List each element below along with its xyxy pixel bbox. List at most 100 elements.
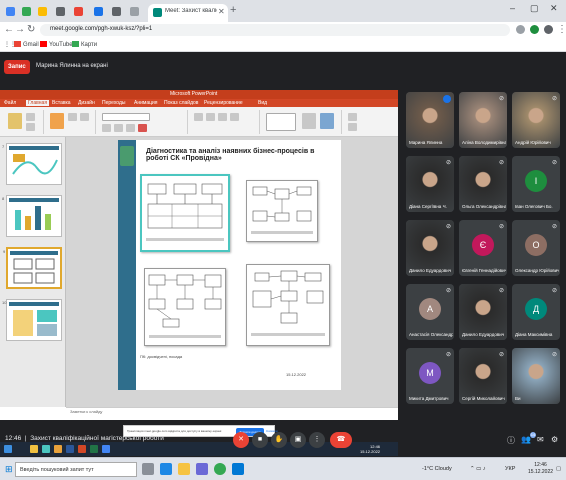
close-icon[interactable]: ✕	[218, 7, 225, 16]
ribbon-tab[interactable]: Переходы	[102, 100, 125, 106]
weather-widget[interactable]: -1°C Cloudy	[422, 466, 452, 472]
quick-styles-icon[interactable]	[320, 113, 334, 129]
participant-tile[interactable]: ⊘ Діана Сергіївна Ч.	[406, 156, 454, 212]
taskbar-search-input[interactable]: Введіть пошуковий запит тут	[15, 462, 137, 477]
more-icon[interactable]: ⋮	[309, 432, 325, 448]
profile-avatar[interactable]	[544, 25, 553, 34]
numbering-icon[interactable]	[230, 113, 239, 121]
chrome-icon[interactable]	[214, 463, 226, 475]
participant-tile[interactable]: Є ⊘ Євгеній Геннадійович	[459, 220, 507, 276]
reload-icon[interactable]: ↻	[27, 24, 35, 35]
underline-icon[interactable]	[126, 124, 135, 132]
align-center-icon[interactable]	[206, 113, 215, 121]
ribbon-tab[interactable]: Дизайн	[78, 100, 95, 106]
ribbon-tab[interactable]: Файл	[4, 100, 16, 106]
bookmark-youtube[interactable]: YouTube	[40, 41, 73, 48]
italic-icon[interactable]	[114, 124, 123, 132]
language-indicator[interactable]: УКР	[505, 466, 515, 472]
menu-icon[interactable]: ⋮	[557, 24, 566, 35]
forward-icon[interactable]: →	[15, 24, 25, 35]
current-slide[interactable]: Діагностика та аналіз наявних бізнес-про…	[118, 140, 341, 390]
bookmark-gmail[interactable]: Gmail	[14, 41, 39, 48]
mic-off-icon[interactable]: ✕	[233, 432, 249, 448]
layout-icon[interactable]	[68, 113, 77, 121]
tab-favicon[interactable]	[6, 7, 15, 16]
align-left-icon[interactable]	[194, 113, 203, 121]
camera-icon[interactable]: ■	[252, 432, 268, 448]
ribbon-tab[interactable]: Рецензирование	[204, 100, 243, 106]
participant-tile[interactable]: М ⊘ Микита Дмитрович	[406, 348, 454, 404]
replace-icon[interactable]	[348, 123, 357, 131]
bold-icon[interactable]	[102, 124, 111, 132]
tab-favicon[interactable]	[112, 7, 121, 16]
bookmark-maps[interactable]: Карти	[72, 41, 97, 48]
participant-tile[interactable]: Д ⊘ Діана Максимівна	[512, 284, 560, 340]
maximize-icon[interactable]: ▢	[530, 3, 539, 14]
tab-favicon[interactable]	[38, 7, 47, 16]
extension-icon[interactable]	[516, 25, 525, 34]
cut-icon[interactable]	[26, 113, 35, 121]
info-icon[interactable]: ⓘ	[507, 435, 515, 446]
font-select[interactable]	[102, 113, 150, 121]
participant-tile[interactable]: ⊘ Данило Едуардович	[459, 284, 507, 340]
slide-thumbnail-selected[interactable]: 9	[3, 247, 62, 289]
ribbon-tab[interactable]: Вставка	[52, 100, 71, 106]
find-icon[interactable]	[348, 113, 357, 121]
extension-icon[interactable]	[530, 25, 539, 34]
diagram-top-left[interactable]	[140, 174, 230, 252]
participant-tile[interactable]: О ⊘ Олександр Юрійович	[512, 220, 560, 276]
slide-thumbnail[interactable]: 7	[2, 143, 62, 185]
reset-icon[interactable]	[80, 113, 89, 121]
minimize-icon[interactable]: –	[510, 3, 515, 13]
notifications-icon[interactable]: ▢	[556, 466, 561, 472]
tab-favicon[interactable]	[94, 7, 103, 16]
ribbon-tab[interactable]: Главная	[26, 100, 50, 106]
font-color-icon[interactable]	[138, 124, 147, 132]
tab-favicon[interactable]	[130, 7, 139, 16]
diagram-top-right[interactable]	[246, 180, 318, 242]
raise-hand-icon[interactable]: ✋	[271, 432, 287, 448]
participant-tile[interactable]: ⊘ Ольга Олександрівна	[459, 156, 507, 212]
new-slide-icon[interactable]	[50, 113, 64, 129]
copy-icon[interactable]	[26, 123, 35, 131]
tab-meet[interactable]: Meet: Захист кваліфікаці ✕	[148, 4, 228, 22]
tab-favicon[interactable]	[74, 7, 83, 16]
participant-tile[interactable]: ⊘ Аліна Володимирівна	[459, 92, 507, 148]
ribbon-tab[interactable]: Показ слайдов	[164, 100, 198, 106]
store-icon[interactable]	[196, 463, 208, 475]
url-input[interactable]: meet.google.com/pgh-xwuk-ksz/?pli=1	[40, 24, 510, 36]
end-call-icon[interactable]: ☎	[330, 432, 352, 448]
new-tab-button[interactable]: +	[230, 4, 236, 16]
edge-icon[interactable]	[160, 463, 172, 475]
folder-icon[interactable]	[178, 463, 190, 475]
diagram-bottom-left[interactable]	[144, 268, 226, 346]
participant-tile[interactable]: І ⊘ Іван Олегович Бо.	[512, 156, 560, 212]
windows-start-icon[interactable]: ⊞	[5, 464, 13, 475]
ribbon-tab[interactable]: Анимация	[134, 100, 157, 106]
slide-thumbnail[interactable]: 8	[2, 195, 62, 237]
participant-tile[interactable]: ⊘ Ви	[512, 348, 560, 404]
arrange-icon[interactable]	[302, 113, 316, 129]
participant-tile[interactable]: ⊘ Данило Едуардович	[406, 220, 454, 276]
ribbon-tab[interactable]: Вид	[258, 100, 267, 106]
present-icon[interactable]: ▣	[290, 432, 306, 448]
activities-icon[interactable]: ⚙	[551, 435, 558, 444]
tab-favicon[interactable]	[22, 7, 31, 16]
tab-favicon[interactable]	[56, 7, 65, 16]
taskbar-clock[interactable]: 12:46 15.12.2022	[528, 462, 553, 476]
tray-icons[interactable]: ⌃ ▭ ♪	[470, 466, 486, 472]
diagram-bottom-right[interactable]	[246, 264, 330, 346]
back-icon[interactable]: ←	[4, 24, 14, 35]
close-window-icon[interactable]: ✕	[550, 3, 558, 14]
participant-tile[interactable]: Марина Ялинна	[406, 92, 454, 148]
participant-tile[interactable]: ⊘ Сергій Миколайович	[459, 348, 507, 404]
participant-tile[interactable]: А ⊘ Анастасія Олександрівна	[406, 284, 454, 340]
slide-thumbnail[interactable]: 10	[2, 299, 62, 341]
mail-icon[interactable]	[232, 463, 244, 475]
participant-tile[interactable]: ⊘ Андрій Юрійович	[512, 92, 560, 148]
paste-icon[interactable]	[8, 113, 22, 129]
task-view-icon[interactable]	[142, 463, 154, 475]
notes-pane[interactable]: Заметки к слайду	[66, 407, 398, 415]
bullets-icon[interactable]	[218, 113, 227, 121]
shapes-icon[interactable]	[266, 113, 296, 131]
